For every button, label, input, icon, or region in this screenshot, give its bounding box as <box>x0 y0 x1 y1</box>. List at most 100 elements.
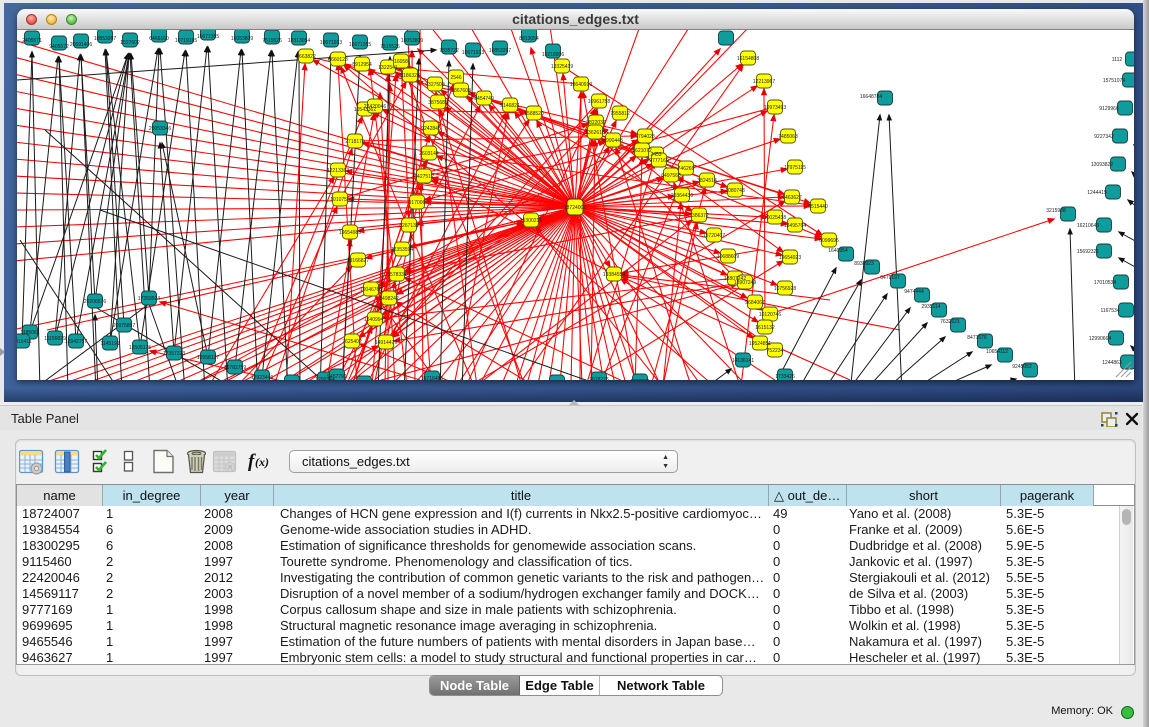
svg-text:9684067: 9684067 <box>745 300 765 306</box>
svg-text:746266: 746266 <box>678 166 695 172</box>
svg-text:16671355: 16671355 <box>197 34 219 40</box>
svg-text:20053346: 20053346 <box>149 126 171 132</box>
svg-text:1588520: 1588520 <box>524 111 544 117</box>
svg-text:10654112: 10654112 <box>986 349 1008 355</box>
svg-text:3875685: 3875685 <box>428 100 448 106</box>
svg-text:7386372: 7386372 <box>689 213 709 219</box>
svg-text:18907249: 18907249 <box>734 280 756 286</box>
svg-text:1362615: 1362615 <box>585 130 605 136</box>
svg-text:16409949: 16409949 <box>364 317 386 323</box>
svg-text:3824514: 3824514 <box>697 178 717 184</box>
svg-text:9474444: 9474444 <box>904 289 924 295</box>
svg-text:7485063: 7485063 <box>778 134 798 140</box>
svg-text:10853267: 10853267 <box>489 48 511 54</box>
svg-text:1244863: 1244863 <box>1102 360 1122 366</box>
svg-text:19218906: 19218906 <box>542 52 564 58</box>
svg-text:752234: 752234 <box>767 348 784 354</box>
svg-text:1733426: 1733426 <box>775 374 795 380</box>
svg-text:12505175: 12505175 <box>129 345 151 351</box>
svg-text:17357223: 17357223 <box>163 351 185 357</box>
svg-text:9227342: 9227342 <box>1094 134 1114 140</box>
svg-text:9146821: 9146821 <box>500 103 520 109</box>
svg-text:1185061: 1185061 <box>20 330 39 336</box>
svg-text:12353594: 12353594 <box>391 247 413 253</box>
svg-text:19166827: 19166827 <box>347 258 369 264</box>
svg-text:1080748: 1080748 <box>725 188 745 194</box>
svg-text:3822037: 3822037 <box>586 120 606 126</box>
svg-text:2603144: 2603144 <box>419 151 439 157</box>
svg-text:1463627: 1463627 <box>782 195 802 201</box>
svg-text:2546: 2546 <box>450 75 461 81</box>
svg-text:8267130: 8267130 <box>399 223 419 229</box>
svg-text:7515526: 7515526 <box>380 44 400 50</box>
svg-text:12923446: 12923446 <box>251 375 273 380</box>
svg-text:8938923: 8938923 <box>854 261 874 267</box>
svg-text:9327508: 9327508 <box>425 82 445 88</box>
svg-text:10973493: 10973493 <box>764 105 786 111</box>
svg-text:10853267: 10853267 <box>94 36 116 42</box>
svg-text:15720407: 15720407 <box>703 233 725 239</box>
svg-text:18313054: 18313054 <box>288 38 310 44</box>
svg-text:2935114: 2935114 <box>921 304 940 310</box>
svg-text:2405571: 2405571 <box>22 38 42 44</box>
svg-text:12942757: 12942757 <box>65 339 87 345</box>
svg-text:9242845: 9242845 <box>421 126 441 132</box>
svg-text:16210643: 16210643 <box>1077 223 1099 229</box>
svg-text:1640954: 1640954 <box>828 248 848 254</box>
svg-text:12213363: 12213363 <box>327 168 349 174</box>
svg-text:1678275: 1678275 <box>589 377 609 380</box>
svg-text:19654923: 19654923 <box>779 255 801 261</box>
svg-text:10671913: 10671913 <box>320 40 342 46</box>
svg-text:16053809: 16053809 <box>231 36 253 42</box>
svg-text:10958127: 10958127 <box>197 355 219 361</box>
svg-text:6099695: 6099695 <box>819 238 839 244</box>
svg-text:8912954: 8912954 <box>352 62 372 68</box>
svg-text:9515440: 9515440 <box>808 204 828 210</box>
svg-text:3915411: 3915411 <box>17 339 32 345</box>
svg-text:3215938: 3215938 <box>1046 208 1066 214</box>
svg-text:2867608: 2867608 <box>451 88 471 94</box>
svg-text:6479197: 6479197 <box>880 275 900 281</box>
svg-text:13325419: 13325419 <box>551 64 573 70</box>
svg-text:9777169: 9777169 <box>649 158 669 164</box>
svg-text:12093822: 12093822 <box>1091 162 1113 168</box>
svg-text:18724007: 18724007 <box>564 205 586 211</box>
svg-text:1292871: 1292871 <box>630 379 650 380</box>
svg-text:17975115: 17975115 <box>784 165 806 171</box>
svg-text:14136141: 14136141 <box>732 358 754 364</box>
svg-text:7625402: 7625402 <box>342 339 362 345</box>
svg-text:17359924: 17359924 <box>138 296 160 302</box>
svg-text:22420046: 22420046 <box>364 104 386 110</box>
svg-text:1167534: 1167534 <box>1100 308 1119 314</box>
svg-text:1621072: 1621072 <box>632 148 652 154</box>
svg-text:7955812: 7955812 <box>610 111 630 117</box>
svg-text:10671913: 10671913 <box>462 50 484 56</box>
svg-text:9457791: 9457791 <box>327 374 347 380</box>
svg-text:8427512: 8427512 <box>414 174 434 180</box>
svg-text:7835722: 7835722 <box>439 48 459 54</box>
svg-text:16671355: 16671355 <box>349 42 371 48</box>
svg-text:16058: 16058 <box>394 59 408 65</box>
svg-text:12213967: 12213967 <box>753 79 775 85</box>
svg-text:2687682: 2687682 <box>716 30 736 32</box>
svg-text:1527602: 1527602 <box>120 40 140 46</box>
svg-text:1498242: 1498242 <box>379 296 399 302</box>
svg-text:7515526: 7515526 <box>262 38 282 44</box>
svg-text:19654988: 19654988 <box>339 230 361 236</box>
svg-text:7632621: 7632621 <box>940 319 960 325</box>
svg-text:20975857: 20975857 <box>113 323 135 329</box>
svg-text:917006: 917006 <box>409 200 426 206</box>
svg-text:16154808: 16154808 <box>737 56 759 62</box>
svg-text:9129966: 9129966 <box>1099 106 1119 112</box>
svg-text:1322541: 1322541 <box>378 65 398 71</box>
svg-text:1244415: 1244415 <box>1087 190 1107 196</box>
svg-text:2718170: 2718170 <box>345 139 365 145</box>
svg-text:20206576: 20206576 <box>84 299 106 305</box>
svg-text:10046766: 10046766 <box>360 287 382 293</box>
svg-text:12990664: 12990664 <box>1089 336 1111 342</box>
svg-text:(x): (x) <box>255 455 269 469</box>
svg-text:1010755: 1010755 <box>330 197 350 203</box>
svg-text:15751074: 15751074 <box>1103 78 1125 84</box>
svg-text:8660123: 8660123 <box>328 57 348 63</box>
svg-text:9405572: 9405572 <box>49 44 69 50</box>
